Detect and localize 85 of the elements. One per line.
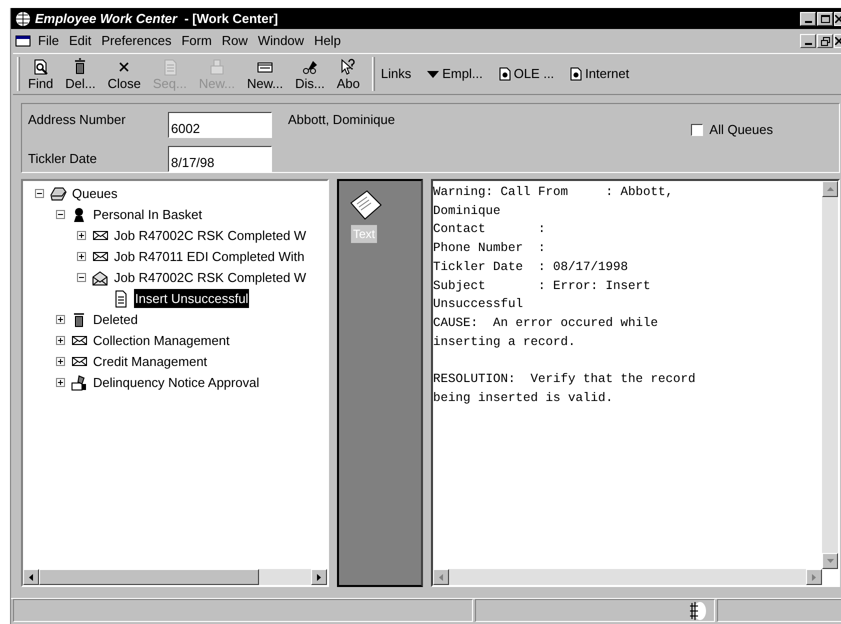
message-line: Tickler Date : 08/17/1998 [433, 258, 628, 276]
collapse-icon[interactable] [77, 273, 86, 282]
restore-icon [820, 36, 830, 46]
minimize-button[interactable] [800, 12, 816, 26]
minimize-icon [804, 43, 812, 45]
scroll-down-icon [826, 559, 834, 563]
child-minimize-button[interactable] [800, 34, 816, 48]
window-title: Employee Work Center - [Work Center] [35, 10, 278, 28]
message-line: Dominique [433, 202, 501, 220]
address-number-field[interactable]: 6002 [168, 112, 272, 138]
toolbar-button[interactable]: Close [102, 58, 147, 90]
menu-item[interactable]: Edit [64, 31, 96, 51]
expand-icon[interactable] [56, 336, 65, 345]
link-button[interactable]: OLE ... [498, 64, 554, 84]
tree-item[interactable]: Insert Unsuccessful [134, 288, 250, 308]
tree-item[interactable]: Credit Management [92, 352, 208, 372]
expand-icon[interactable] [77, 252, 86, 261]
envelope-icon [72, 357, 86, 366]
tree-item[interactable]: Queues [71, 184, 119, 204]
message-line: Warning: Call From : Abbott, [433, 184, 674, 201]
scroll-right-icon [812, 574, 816, 580]
envelope-icon [92, 231, 108, 240]
menu-window-icon [15, 34, 31, 48]
minimize-icon [804, 20, 812, 22]
scroll-left-icon [439, 574, 443, 580]
envelope-icon [72, 336, 86, 345]
message-line: being inserted is valid. [433, 390, 614, 407]
tray-icon [49, 184, 67, 202]
expand-icon[interactable] [56, 357, 65, 366]
toolbar-button[interactable]: Abo [330, 58, 366, 90]
envelope-icon [92, 252, 108, 261]
menu-item[interactable]: Help [309, 31, 346, 51]
menu-item[interactable]: Row [216, 31, 253, 51]
tree-item[interactable]: Collection Management [92, 330, 231, 350]
scroll-left-icon [29, 574, 33, 580]
maximize-button[interactable] [817, 12, 833, 26]
menu-item[interactable]: File [33, 31, 64, 51]
open-envelope-icon [91, 268, 109, 286]
scroll-thumb[interactable] [39, 569, 259, 585]
message-line: Contact : [433, 221, 546, 238]
tree-item[interactable]: Job R47011 EDI Completed With [113, 246, 306, 266]
message-line: CAUSE: An error occured while [433, 314, 658, 332]
menu-item[interactable]: Form [176, 31, 217, 51]
menu-item[interactable]: Preferences [96, 31, 176, 51]
tree-item[interactable]: Personal In Basket [92, 204, 204, 224]
toolbar-button[interactable]: Dis... [289, 58, 331, 90]
message-line: Unsuccessful [433, 296, 524, 314]
toolbar-button[interactable]: Find [22, 58, 60, 90]
close-icon [835, 37, 841, 45]
collapse-icon[interactable] [35, 189, 44, 198]
maximize-icon [820, 14, 830, 22]
collapse-icon[interactable] [56, 210, 65, 219]
child-restore-button[interactable] [817, 34, 833, 48]
employee-dropdown[interactable]: Empl... [427, 64, 483, 84]
help-icon [339, 58, 358, 76]
tree-item[interactable]: Delinquency Notice Approval [92, 372, 260, 392]
tree-item[interactable]: Deleted [92, 310, 139, 330]
message-line: Subject : Error: Insert [433, 278, 651, 295]
link-button[interactable]: Internet [570, 64, 630, 84]
toolbar-button[interactable]: Del... [59, 58, 102, 90]
field-label: Address Number [28, 111, 127, 129]
tree-item[interactable]: Job R47002C RSK Completed W [113, 268, 308, 288]
employee-name: Abbott, Dominique [288, 111, 395, 129]
all-queues-checkbox[interactable]: All Queues [691, 120, 773, 140]
app-globe-icon [15, 10, 31, 26]
message-line: Phone Number : [433, 240, 546, 258]
dropdown-icon [427, 70, 440, 78]
tickler-date-field[interactable]: 8/17/98 [168, 146, 272, 172]
toolbar-button[interactable]: New... [240, 58, 290, 90]
tree-item[interactable]: Job R47002C RSK Completed W [113, 226, 308, 246]
expand-icon[interactable] [77, 231, 86, 240]
vertical-scrollbar[interactable] [822, 181, 838, 569]
expand-icon[interactable] [56, 378, 65, 387]
links-label[interactable]: Links [380, 64, 412, 84]
scroll-right-icon [317, 574, 321, 580]
menu-item[interactable]: Window [252, 31, 310, 51]
message-line: inserting a record. [433, 334, 576, 351]
checkbox[interactable] [691, 124, 704, 136]
search-icon [32, 58, 50, 76]
expand-icon[interactable] [56, 315, 65, 324]
field-label: Tickler Date [28, 150, 98, 168]
horizontal-scrollbar[interactable] [433, 569, 822, 585]
scroll-up-icon [826, 187, 834, 191]
message-line: RESOLUTION: Verify that the record [433, 371, 696, 388]
horizontal-scrollbar[interactable] [23, 569, 327, 585]
